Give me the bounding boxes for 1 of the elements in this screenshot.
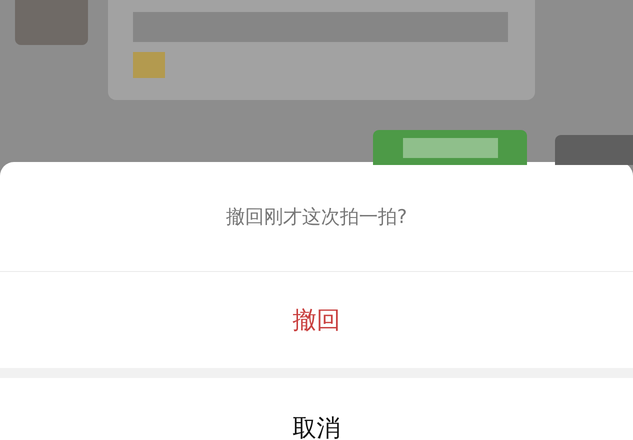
blurred-emoji	[133, 52, 165, 78]
